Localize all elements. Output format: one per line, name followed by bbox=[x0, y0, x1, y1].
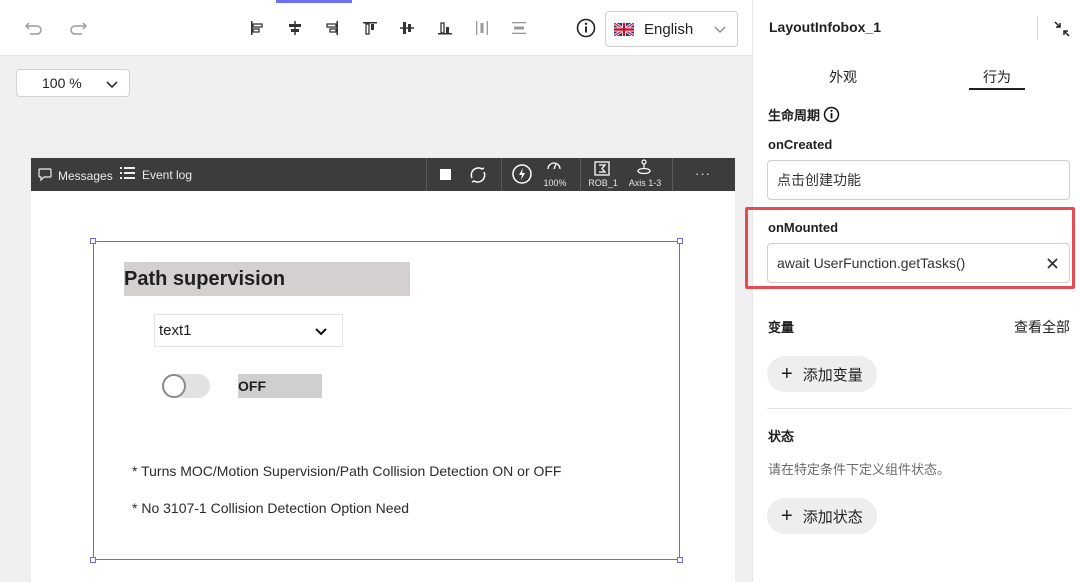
lifecycle-section: 生命周期 bbox=[768, 105, 840, 124]
designer-canvas-area: English 100 % Messages Event log 100% RO… bbox=[0, 0, 752, 582]
event-log-label: Event log bbox=[142, 167, 193, 182]
messages-label: Messages bbox=[58, 168, 113, 183]
view-all-link[interactable]: 查看全部 bbox=[1014, 317, 1070, 337]
variables-label: 变量 bbox=[768, 320, 795, 335]
on-created-field[interactable]: 点击创建功能 bbox=[767, 160, 1070, 200]
align-left-icon[interactable] bbox=[243, 14, 271, 42]
divider bbox=[1037, 16, 1038, 40]
info-icon[interactable] bbox=[575, 17, 597, 39]
messages-button[interactable]: Messages bbox=[37, 166, 113, 185]
event-log-button[interactable]: Event log bbox=[120, 166, 192, 183]
highlight-annotation bbox=[745, 207, 1075, 289]
cycle-icon[interactable] bbox=[467, 164, 489, 186]
align-center-h-icon[interactable] bbox=[281, 14, 309, 42]
align-top-icon[interactable] bbox=[356, 14, 384, 42]
resize-handle[interactable] bbox=[90, 557, 96, 563]
on-created-value: 点击创建功能 bbox=[777, 172, 861, 188]
divider bbox=[580, 158, 581, 191]
more-button[interactable]: ··· bbox=[695, 166, 711, 181]
align-right-icon[interactable] bbox=[318, 14, 346, 42]
language-label: English bbox=[644, 20, 694, 38]
component-name: LayoutInfobox_1 bbox=[769, 19, 882, 35]
resize-handle[interactable] bbox=[90, 238, 96, 244]
toggle-state-label: OFF bbox=[238, 374, 322, 398]
chevron-down-icon bbox=[314, 325, 328, 342]
toggle-switch[interactable] bbox=[162, 374, 210, 398]
plus-icon: + bbox=[781, 363, 793, 385]
state-description: 请在特定条件下定义组件状态。 bbox=[768, 462, 951, 477]
active-tab-indicator bbox=[969, 88, 1025, 90]
toggle-knob bbox=[162, 374, 186, 398]
add-variable-button[interactable]: + 添加变量 bbox=[767, 356, 877, 392]
add-state-button[interactable]: + 添加状态 bbox=[767, 498, 877, 534]
resize-handle[interactable] bbox=[677, 557, 683, 563]
zoom-select[interactable]: 100 % bbox=[16, 69, 130, 97]
more-icon: ··· bbox=[695, 166, 711, 181]
layout-infobox-widget[interactable]: Path supervision text1 OFF * Turns MOC/M… bbox=[90, 238, 683, 563]
top-toolbar: English bbox=[0, 0, 752, 56]
properties-panel: LayoutInfobox_1 外观 行为 生命周期 onCreated 点击创… bbox=[752, 0, 1080, 582]
info-icon[interactable] bbox=[823, 106, 840, 123]
dropdown-value: text1 bbox=[159, 322, 192, 339]
lifecycle-label: 生命周期 bbox=[768, 108, 821, 123]
note-text: * No 3107-1 Collision Detection Option N… bbox=[132, 500, 410, 516]
list-icon bbox=[120, 166, 135, 183]
divider bbox=[672, 158, 673, 191]
collapse-icon[interactable] bbox=[1051, 18, 1073, 40]
align-middle-v-icon[interactable] bbox=[393, 14, 421, 42]
zoom-value: 100 % bbox=[42, 75, 82, 91]
robot-select-icon[interactable] bbox=[594, 161, 610, 176]
tab-appearance[interactable]: 外观 bbox=[813, 67, 873, 87]
note-text: * Turns MOC/Motion Supervision/Path Coll… bbox=[132, 463, 562, 479]
tab-behavior[interactable]: 行为 bbox=[967, 67, 1027, 87]
redo-icon[interactable] bbox=[64, 14, 92, 42]
widget-title: Path supervision bbox=[124, 262, 410, 296]
divider bbox=[501, 158, 502, 191]
axis-joystick-icon[interactable] bbox=[635, 159, 653, 176]
power-icon[interactable] bbox=[511, 163, 533, 185]
chevron-down-icon bbox=[105, 78, 119, 94]
device-status-bar: Messages Event log 100% ROB_1 Axis 1-3 ·… bbox=[31, 158, 735, 191]
add-variable-label: 添加变量 bbox=[802, 366, 863, 384]
undo-icon[interactable] bbox=[20, 14, 48, 42]
uk-flag-icon bbox=[614, 22, 634, 36]
chevron-down-icon bbox=[713, 22, 727, 41]
plus-icon: + bbox=[781, 505, 793, 527]
widget-dropdown[interactable]: text1 bbox=[154, 314, 343, 347]
add-state-label: 添加状态 bbox=[802, 508, 863, 526]
speed-gauge-icon[interactable] bbox=[546, 159, 562, 171]
toolbar-accent bbox=[276, 0, 352, 3]
chat-icon bbox=[37, 166, 53, 185]
divider bbox=[426, 158, 427, 191]
language-select[interactable]: English bbox=[605, 11, 738, 47]
align-bottom-icon[interactable] bbox=[431, 14, 459, 42]
stop-icon[interactable] bbox=[440, 169, 451, 180]
device-preview: Messages Event log 100% ROB_1 Axis 1-3 ·… bbox=[31, 158, 735, 582]
divider bbox=[767, 408, 1071, 409]
on-created-label: onCreated bbox=[768, 137, 833, 152]
axis-label: Axis 1-3 bbox=[628, 178, 662, 188]
distribute-h-icon[interactable] bbox=[468, 14, 496, 42]
distribute-v-icon[interactable] bbox=[505, 14, 533, 42]
robot-label: ROB_1 bbox=[588, 178, 618, 188]
state-label: 状态 bbox=[768, 429, 795, 444]
resize-handle[interactable] bbox=[677, 238, 683, 244]
speed-label: 100% bbox=[543, 178, 567, 188]
